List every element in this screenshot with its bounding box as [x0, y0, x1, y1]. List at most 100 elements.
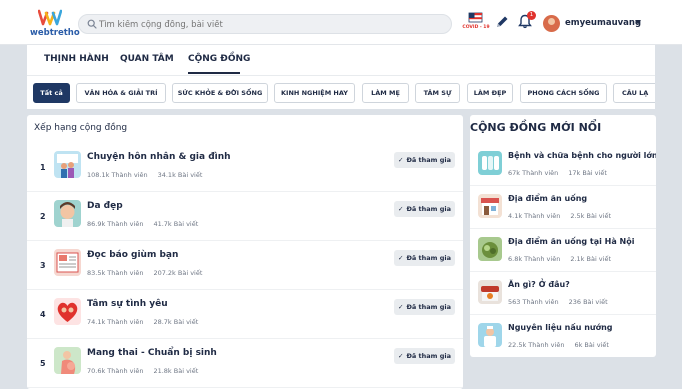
- member-count: 4.1k Thành viên: [508, 212, 561, 220]
- category-filter-bar: Tất cả VĂN HÓA & GIẢI TRÍ SỨC KHỎE & ĐỜI…: [27, 75, 655, 109]
- check-icon: ✓: [398, 205, 404, 213]
- community-name[interactable]: Bệnh và chữa bệnh cho người lớn: [508, 151, 656, 160]
- community-thumbnail: [54, 200, 81, 227]
- community-thumbnail: [478, 194, 502, 218]
- joined-button[interactable]: ✓ Đã tham gia: [394, 299, 455, 315]
- category-chip-kinh-nghiem[interactable]: KINH NGHIỆM HAY: [274, 83, 355, 103]
- joined-label: Đã tham gia: [406, 156, 451, 164]
- ranking-row[interactable]: 3 Đọc báo giùm bạn 83.5k Thành viên 207.2…: [27, 242, 463, 290]
- new-community-row[interactable]: Địa điểm ăn uống tại Hà Nội 6.8k Thành v…: [470, 229, 656, 272]
- community-thumbnail: [478, 323, 502, 347]
- ranking-row[interactable]: 2 Da đẹp 86.9k Thành viên 41.7k Bài viết …: [27, 193, 463, 241]
- rank-number: 2: [40, 212, 46, 221]
- member-count: 70.6k Thành viên: [87, 367, 144, 375]
- joined-button[interactable]: ✓ Đã tham gia: [394, 250, 455, 266]
- community-name[interactable]: Đọc báo giùm bạn: [87, 250, 178, 260]
- community-name[interactable]: Tâm sự tình yêu: [87, 299, 168, 309]
- community-name[interactable]: Ăn gì? Ở đâu?: [508, 280, 570, 289]
- community-stats: 4.1k Thành viên 2.5k Bài viết: [508, 212, 611, 220]
- joined-button[interactable]: ✓ Đã tham gia: [394, 201, 455, 217]
- member-count: 74.1k Thành viên: [87, 318, 144, 326]
- community-name[interactable]: Nguyên liệu nấu nướng: [508, 323, 613, 332]
- ranking-row[interactable]: 5 Mang thai - Chuẩn bị sinh 70.6k Thành …: [27, 340, 463, 388]
- category-chip-tam-su[interactable]: TÂM SỰ: [415, 83, 460, 103]
- community-stats: 86.9k Thành viên 41.7k Bài viết: [87, 220, 198, 228]
- community-thumbnail: [54, 298, 81, 325]
- post-count: 6k Bài viết: [574, 341, 609, 349]
- tab-cong-dong[interactable]: CỘNG ĐỒNG: [188, 54, 250, 64]
- post-count: 34.1k Bài viết: [157, 171, 203, 179]
- covid-badge-label: COVID - 19: [462, 25, 490, 30]
- community-name[interactable]: Địa điểm ăn uống tại Hà Nội: [508, 237, 634, 246]
- logo-text: webtretho: [30, 28, 80, 38]
- new-community-row[interactable]: Nguyên liệu nấu nướng 22.5k Thành viên 6k…: [470, 315, 656, 357]
- search-bar[interactable]: [78, 14, 452, 34]
- tab-thinh-hanh[interactable]: THỊNH HÀNH: [44, 54, 109, 64]
- community-name[interactable]: Da đẹp: [87, 201, 123, 211]
- category-chip-lam-dep[interactable]: LÀM ĐẸP: [467, 83, 513, 103]
- new-communities-title: CỘNG ĐỒNG MỚI NỔI: [470, 121, 602, 134]
- tab-quan-tam[interactable]: QUAN TÂM: [120, 54, 174, 64]
- community-stats: 6.8k Thành viên 2.1k Bài viết: [508, 255, 611, 263]
- member-count: 86.9k Thành viên: [87, 220, 144, 228]
- community-stats: 108.1k Thành viên 34.1k Bài viết: [87, 171, 202, 179]
- community-name[interactable]: Chuyện hôn nhân & gia đình: [87, 152, 231, 162]
- community-thumbnail: [478, 151, 502, 175]
- notifications-button[interactable]: 1: [518, 11, 536, 30]
- avatar[interactable]: [543, 15, 560, 32]
- joined-button[interactable]: ✓ Đã tham gia: [394, 152, 455, 168]
- category-chip-van-hoa[interactable]: VĂN HÓA & GIẢI TRÍ: [76, 83, 166, 103]
- category-chip-all[interactable]: Tất cả: [33, 83, 70, 103]
- community-stats: 22.5k Thành viên 6k Bài viết: [508, 341, 609, 349]
- ranking-row[interactable]: 1 Chuyện hôn nhân & gia đình 108.1k Thàn…: [27, 144, 463, 192]
- category-chip-phong-cach[interactable]: PHONG CÁCH SỐNG: [520, 83, 607, 103]
- new-community-row[interactable]: Ăn gì? Ở đâu? 563 Thành viên 236 Bài viết: [470, 272, 656, 315]
- community-name[interactable]: Mang thai - Chuẩn bị sinh: [87, 348, 217, 358]
- webtretho-logo[interactable]: webtretho: [30, 9, 80, 39]
- joined-label: Đã tham gia: [406, 254, 451, 262]
- member-count: 67k Thành viên: [508, 169, 559, 177]
- username[interactable]: emyeumauvang: [565, 18, 641, 28]
- post-count: 2.1k Bài viết: [570, 255, 612, 263]
- post-count: 21.8k Bài viết: [153, 367, 199, 375]
- check-icon: ✓: [398, 352, 404, 360]
- community-stats: 74.1k Thành viên 28.7k Bài viết: [87, 318, 198, 326]
- covid-badge-icon[interactable]: COVID - 19: [462, 11, 490, 35]
- category-chip-cau-lac-bo[interactable]: CÂU LẠ: [613, 83, 655, 103]
- post-count: 41.7k Bài viết: [153, 220, 199, 228]
- community-thumbnail: [54, 347, 81, 374]
- post-count: 2.5k Bài viết: [570, 212, 612, 220]
- new-community-row[interactable]: Địa điểm ăn uống 4.1k Thành viên 2.5k Bài…: [470, 186, 656, 229]
- community-ranking-panel: Xếp hạng cộng đồng 1 Chuyện hôn nhân & g…: [27, 115, 463, 389]
- check-icon: ✓: [398, 303, 404, 311]
- community-name[interactable]: Địa điểm ăn uống: [508, 194, 587, 203]
- community-stats: 70.6k Thành viên 21.8k Bài viết: [87, 367, 198, 375]
- chevron-down-icon[interactable]: [635, 20, 641, 24]
- community-thumbnail: [478, 237, 502, 261]
- joined-label: Đã tham gia: [406, 303, 451, 311]
- community-stats: 563 Thành viên 236 Bài viết: [508, 298, 608, 306]
- community-thumbnail: [478, 280, 502, 304]
- panel-title: Xếp hạng cộng đồng: [34, 123, 128, 133]
- member-count: 563 Thành viên: [508, 298, 559, 306]
- new-community-row[interactable]: Bệnh và chữa bệnh cho người lớn 67k Thàn…: [470, 143, 656, 186]
- post-count: 207.2k Bài viết: [153, 269, 203, 277]
- bell-count-badge: 1: [527, 11, 536, 20]
- community-stats: 67k Thành viên 17k Bài viết: [508, 169, 607, 177]
- ranking-row[interactable]: 4 Tâm sự tình yêu 74.1k Thành viên 28.7k …: [27, 291, 463, 339]
- category-chip-suc-khoe[interactable]: SỨC KHỎE & ĐỜI SỐNG: [172, 83, 268, 103]
- check-icon: ✓: [398, 254, 404, 262]
- post-count: 236 Bài viết: [568, 298, 608, 306]
- member-count: 108.1k Thành viên: [87, 171, 148, 179]
- search-input[interactable]: [99, 18, 444, 31]
- active-tab-indicator: [188, 72, 240, 74]
- joined-button[interactable]: ✓ Đã tham gia: [394, 348, 455, 364]
- community-thumbnail: [54, 249, 81, 276]
- pencil-icon[interactable]: [495, 15, 509, 29]
- rank-number: 4: [40, 310, 46, 319]
- member-count: 22.5k Thành viên: [508, 341, 565, 349]
- category-chip-lam-me[interactable]: LÀM MẸ: [362, 83, 409, 103]
- search-icon: [87, 19, 97, 29]
- member-count: 83.5k Thành viên: [87, 269, 144, 277]
- community-thumbnail: [54, 151, 81, 178]
